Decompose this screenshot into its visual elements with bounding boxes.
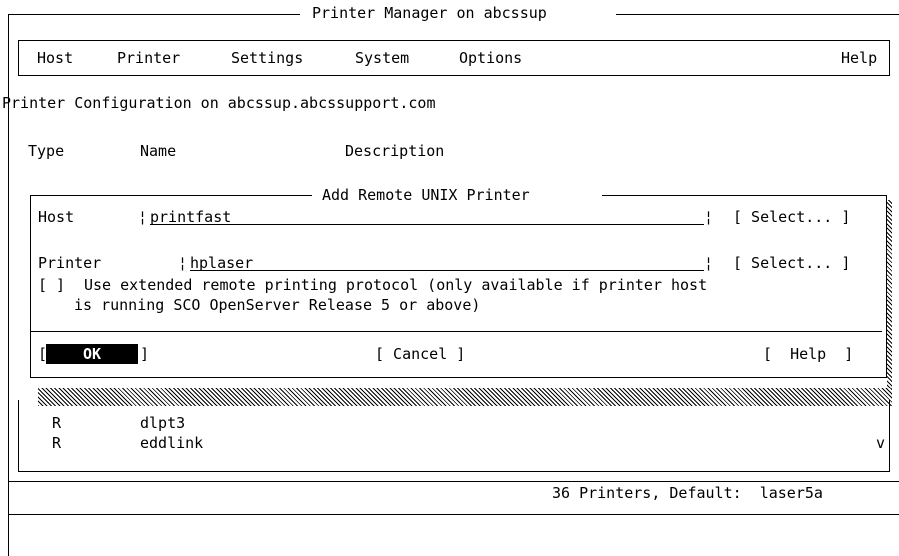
dialog-separator <box>30 331 882 332</box>
printer-input-underline <box>190 270 704 271</box>
status-separator-bottom <box>8 514 899 515</box>
column-header-name: Name <box>140 142 177 160</box>
window-frame-top <box>8 14 300 15</box>
menu-help[interactable]: Help <box>841 49 877 67</box>
printer-select-button[interactable]: [ Select... ] <box>733 254 850 272</box>
host-label: Host <box>38 208 75 226</box>
menu-options[interactable]: Options <box>459 49 522 67</box>
host-select-button[interactable]: [ Select... ] <box>733 208 850 226</box>
cancel-button[interactable]: [ Cancel ] <box>375 345 465 363</box>
extended-protocol-checkbox[interactable]: [ ] <box>38 276 65 294</box>
list-item-type[interactable]: R <box>52 414 61 432</box>
scroll-down-icon[interactable]: v <box>876 434 885 452</box>
status-text: 36 Printers, Default: laser5a <box>552 484 823 502</box>
ok-button-bracket-right: ] <box>140 345 150 363</box>
dialog-title: Add Remote UNIX Printer <box>322 186 530 204</box>
list-item-name[interactable]: eddlink <box>140 434 203 452</box>
config-title: Printer Configuration on abcssup.abcssup… <box>2 94 436 112</box>
column-header-type: Type <box>28 142 65 160</box>
host-field-close: ¦ <box>704 208 714 226</box>
menu-system[interactable]: System <box>355 49 409 67</box>
menu-bar: Host Printer Settings System Options Hel… <box>18 40 890 76</box>
extended-protocol-label-2: is running SCO OpenServer Release 5 or a… <box>74 296 481 314</box>
list-item-name[interactable]: dlpt3 <box>140 414 185 432</box>
menu-printer[interactable]: Printer <box>117 49 180 67</box>
status-separator-top <box>8 481 899 482</box>
extended-protocol-label: Use extended remote printing protocol (o… <box>84 276 708 294</box>
host-input-underline <box>150 224 704 225</box>
window-frame-top <box>616 14 899 15</box>
printer-label: Printer <box>38 254 102 272</box>
column-header-description: Description <box>345 142 445 160</box>
printer-field-open: ¦ <box>178 254 188 272</box>
list-item-type[interactable]: R <box>52 434 61 452</box>
dialog-frame-top <box>602 195 887 196</box>
printer-field-close: ¦ <box>704 254 714 272</box>
window-title: Printer Manager on abcssup <box>312 4 547 22</box>
dialog-frame-top <box>30 195 312 196</box>
host-field-open: ¦ <box>138 208 148 226</box>
menu-settings[interactable]: Settings <box>231 49 303 67</box>
ok-button[interactable]: OK <box>46 344 138 364</box>
help-button[interactable]: [ Help ] <box>763 345 853 363</box>
dialog-shadow <box>887 200 892 390</box>
menu-host[interactable]: Host <box>37 49 73 67</box>
